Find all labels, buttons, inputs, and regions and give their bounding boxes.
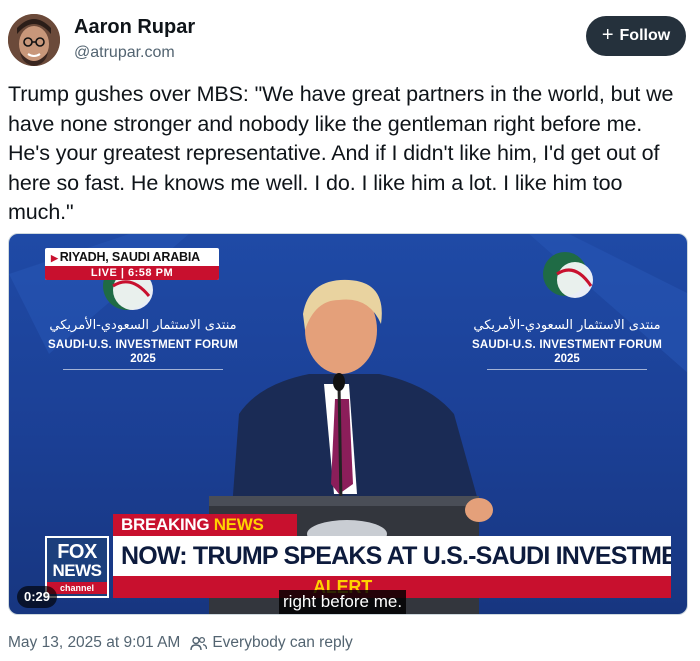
author-avatar[interactable]	[8, 14, 60, 66]
network-logo-line1: FOX	[57, 541, 97, 563]
post-text: Trump gushes over MBS: "We have great pa…	[8, 82, 674, 224]
forum-year: 2025	[130, 353, 156, 365]
reply-setting-label: Everybody can reply	[212, 634, 353, 651]
forum-english-text: SAUDI-U.S. INVESTMENT FORUM	[471, 339, 663, 351]
plus-icon: +	[601, 24, 614, 46]
breaking-news-tag: BREAKING NEWS	[113, 514, 297, 536]
post-card: Aaron Rupar @atrupar.com + Follow Trump …	[0, 0, 700, 661]
people-icon	[190, 636, 208, 651]
location-banner: ▶ RIYADH, SAUDI ARABIA LIVE | 6:58 PM	[45, 248, 219, 280]
reply-setting[interactable]: Everybody can reply	[190, 634, 353, 652]
forum-arabic-text: منتدى الاستثمار السعودي-الأمريكي	[473, 318, 661, 333]
breaking-label: BREAKING	[121, 515, 214, 534]
forum-logo-left: منتدى الاستثمار السعودي-الأمريكي SAUDI-U…	[33, 316, 253, 370]
post-date[interactable]: May 13, 2025 at 9:01 AM	[8, 634, 180, 652]
forum-divider	[63, 369, 223, 370]
avatar-image	[8, 14, 60, 66]
forum-year: 2025	[554, 353, 580, 365]
forum-divider	[487, 369, 647, 370]
video-player[interactable]: ▶ RIYADH, SAUDI ARABIA LIVE | 6:58 PM منت…	[8, 233, 688, 615]
play-triangle-icon: ▶	[51, 253, 58, 263]
live-label: LIVE | 6:58 PM	[45, 266, 219, 280]
network-logo-line2: NEWS	[52, 561, 103, 580]
video-timestamp: 0:29	[17, 586, 58, 608]
follow-button-label: Follow	[619, 27, 671, 44]
forum-logo-right: منتدى الاستثمار السعودي-الأمريكي SAUDI-U…	[457, 316, 677, 370]
author-handle[interactable]: @atrupar.com	[74, 44, 175, 62]
news-label: NEWS	[213, 515, 264, 534]
forum-english-text: SAUDI-U.S. INVESTMENT FORUM	[47, 339, 239, 351]
location-label: RIYADH, SAUDI ARABIA	[59, 250, 200, 264]
follow-button[interactable]: + Follow	[586, 16, 686, 56]
author-name[interactable]: Aaron Rupar	[74, 16, 195, 39]
video-caption: right before me.	[279, 590, 407, 614]
news-headline: NOW: TRUMP SPEAKS AT U.S.-SAUDI INVESTME…	[113, 536, 671, 576]
forum-arabic-text: منتدى الاستثمار السعودي-الأمريكي	[49, 318, 237, 333]
network-logo: FOX NEWS channel	[45, 536, 109, 598]
post-footer: May 13, 2025 at 9:01 AM Everybody can re…	[8, 634, 353, 652]
